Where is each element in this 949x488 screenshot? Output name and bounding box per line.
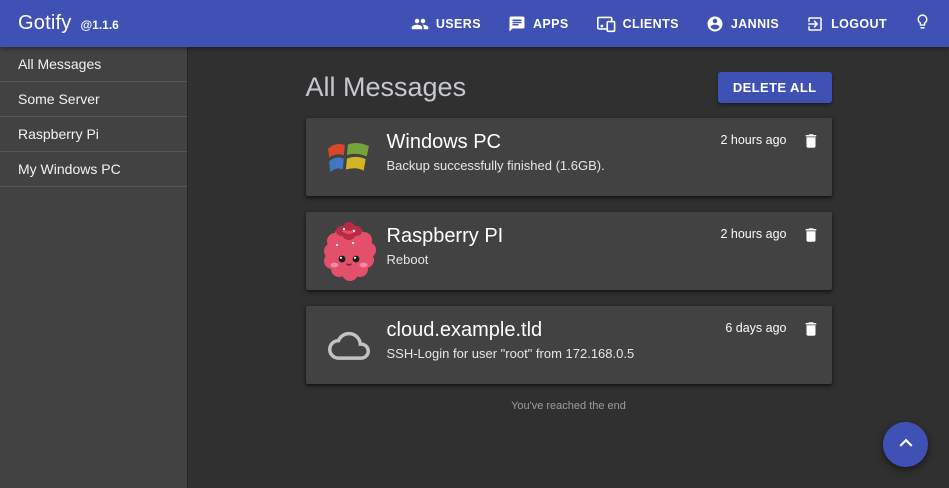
theme-toggle-button[interactable] [914, 13, 931, 35]
nav-user-label: JANNIS [731, 17, 779, 31]
nav-clients[interactable]: CLIENTS [596, 15, 679, 33]
nav-apps-label: APPS [533, 17, 569, 31]
cloud-icon [320, 306, 378, 384]
sidebar: All Messages Some Server Raspberry Pi My… [0, 47, 188, 488]
chevron-up-icon [893, 430, 919, 459]
message-content: cloud.example.tld SSH-Login for user "ro… [387, 306, 726, 384]
users-icon [411, 15, 436, 33]
app-header: Gotify @1.1.6 USERS APPS CLIENTS JANNIS [0, 0, 949, 47]
nav-users[interactable]: USERS [411, 15, 481, 33]
message-card: cloud.example.tld SSH-Login for user "ro… [306, 306, 832, 384]
sidebar-item-my-windows-pc[interactable]: My Windows PC [0, 152, 187, 187]
app-title: Gotify [18, 12, 71, 35]
nav-apps[interactable]: APPS [508, 15, 569, 33]
message-list: Windows PC Backup successfully finished … [306, 118, 832, 384]
windows-logo-icon [320, 118, 378, 196]
lightbulb-icon [914, 13, 931, 35]
delete-message-button[interactable] [802, 320, 820, 341]
message-card: Windows PC Backup successfully finished … [306, 118, 832, 196]
message-title: cloud.example.tld [387, 319, 726, 342]
brand: Gotify @1.1.6 [18, 12, 119, 35]
title-row: All Messages DELETE ALL [306, 72, 832, 103]
sidebar-item-raspberry-pi[interactable]: Raspberry Pi [0, 117, 187, 152]
message-content: Raspberry PI Reboot [387, 212, 721, 290]
account-circle-icon [706, 15, 731, 33]
logout-icon [806, 15, 831, 33]
app-version: @1.1.6 [80, 18, 118, 32]
main-area: All Messages DELETE ALL Win [188, 47, 949, 488]
trash-icon [802, 320, 820, 341]
message-body: SSH-Login for user "root" from 172.168.0… [387, 346, 726, 361]
message-body: Reboot [387, 252, 721, 267]
delete-message-button[interactable] [802, 132, 820, 153]
nav-logout[interactable]: LOGOUT [806, 15, 887, 33]
message-timestamp: 2 hours ago [720, 132, 786, 149]
message-title: Raspberry PI [387, 225, 721, 248]
message-card: Raspberry PI Reboot 2 hours ago [306, 212, 832, 290]
message-timestamp: 6 days ago [725, 320, 786, 337]
nav-logout-label: LOGOUT [831, 17, 887, 31]
message-meta: 6 days ago [725, 306, 819, 384]
gotify-app: Gotify @1.1.6 USERS APPS CLIENTS JANNIS [0, 0, 949, 488]
message-meta: 2 hours ago [720, 212, 819, 290]
message-timestamp: 2 hours ago [720, 226, 786, 243]
page-title: All Messages [306, 72, 467, 103]
message-title: Windows PC [387, 131, 721, 154]
nav-clients-label: CLIENTS [623, 17, 679, 31]
header-nav: USERS APPS CLIENTS JANNIS LOGOUT [384, 13, 931, 35]
nav-user-account[interactable]: JANNIS [706, 15, 779, 33]
trash-icon [802, 226, 820, 247]
sidebar-item-all-messages[interactable]: All Messages [0, 47, 187, 82]
trash-icon [802, 132, 820, 153]
chat-icon [508, 15, 533, 33]
devices-icon [596, 15, 623, 33]
message-content: Windows PC Backup successfully finished … [387, 118, 721, 196]
message-meta: 2 hours ago [720, 118, 819, 196]
raspberry-icon [320, 212, 378, 290]
end-of-list-text: You've reached the end [306, 400, 832, 412]
delete-all-button[interactable]: DELETE ALL [718, 72, 832, 103]
scroll-to-top-button[interactable] [883, 422, 928, 467]
sidebar-item-some-server[interactable]: Some Server [0, 82, 187, 117]
message-body: Backup successfully finished (1.6GB). [387, 158, 721, 173]
delete-message-button[interactable] [802, 226, 820, 247]
nav-users-label: USERS [436, 17, 481, 31]
